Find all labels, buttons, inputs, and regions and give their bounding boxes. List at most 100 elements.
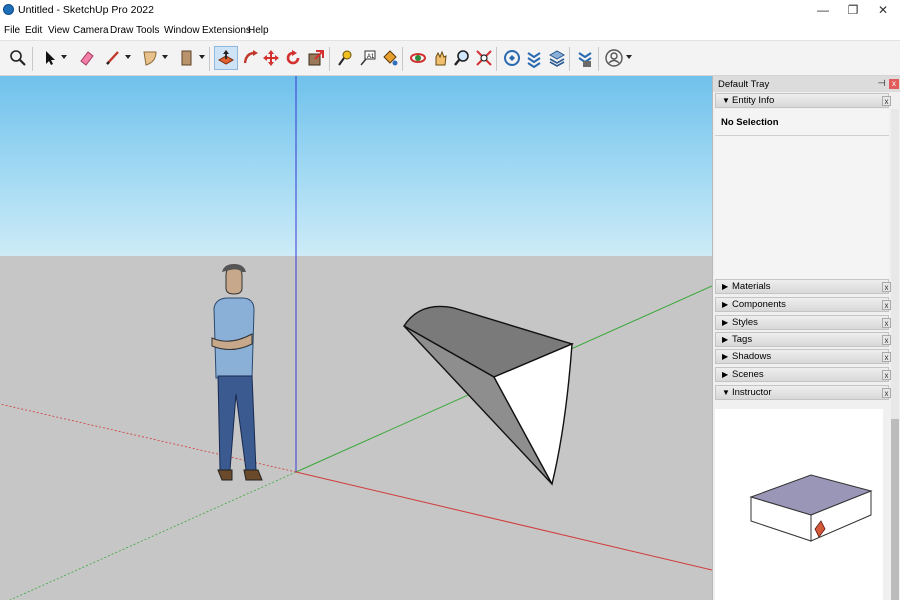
arc-icon[interactable] [138, 46, 162, 70]
panel-label: Instructor [732, 387, 772, 398]
menu-draw[interactable]: Draw [110, 25, 133, 36]
panel-close-button[interactable]: x [882, 352, 891, 362]
push-pull-illustration [749, 474, 873, 542]
menu-extensions[interactable]: Extensions [202, 25, 251, 36]
toolbar-separator [402, 47, 403, 71]
scene-canvas [0, 76, 712, 600]
sketchup-logo-icon [3, 4, 14, 15]
tray-header: Default Tray ⊣ x [713, 76, 900, 92]
panel-label: Materials [732, 281, 771, 292]
rectangle-icon[interactable] [175, 46, 199, 70]
menu-camera[interactable]: Camera [73, 25, 109, 36]
orbit-icon[interactable] [406, 46, 430, 70]
move-icon[interactable] [259, 46, 283, 70]
toolbar-separator [569, 47, 570, 71]
tray-close-button[interactable]: x [889, 79, 899, 89]
panel-close-button[interactable]: x [882, 282, 891, 292]
warehouse-icon[interactable] [500, 46, 524, 70]
collapsed-triangle-icon: ▶ [722, 370, 729, 379]
default-tray: Default Tray ⊣ x ▼ Entity Info x No Sele… [712, 76, 900, 600]
pin-icon[interactable]: ⊣ [877, 78, 886, 89]
panel-instructor[interactable]: ▼ Instructor x [715, 385, 891, 400]
toolbar-separator [598, 47, 599, 71]
layout-icon[interactable] [545, 46, 569, 70]
account-dropdown-icon[interactable] [626, 55, 632, 59]
extension-manager-icon[interactable] [573, 46, 597, 70]
menu-view[interactable]: View [48, 25, 70, 36]
panel-label: Tags [732, 334, 753, 345]
panel-label: Styles [732, 317, 758, 328]
text-icon[interactable]: A1 [356, 46, 380, 70]
scale-icon[interactable] [304, 46, 328, 70]
rectangle-dropdown-icon[interactable] [199, 55, 205, 59]
push-pull-icon[interactable] [214, 46, 238, 70]
divider [715, 135, 889, 136]
tape-measure-icon[interactable] [333, 46, 357, 70]
toolbar-separator [209, 47, 210, 71]
extruded-arc-solid [403, 305, 575, 486]
toolbar-separator [329, 47, 330, 71]
close-window-button[interactable]: ✕ [868, 0, 898, 20]
pan-icon[interactable] [428, 46, 452, 70]
zoom-icon[interactable] [450, 46, 474, 70]
account-icon[interactable] [602, 46, 626, 70]
minimize-button[interactable]: — [808, 0, 838, 20]
panel-label: Scenes [732, 369, 764, 380]
zoom-extents-icon-2[interactable] [472, 46, 496, 70]
panel-components[interactable]: ▶ Components x [715, 297, 891, 312]
collapsed-triangle-icon: ▶ [722, 352, 729, 361]
svg-text:A1: A1 [367, 54, 375, 60]
paint-bucket-icon[interactable] [378, 46, 402, 70]
panel-scenes[interactable]: ▶ Scenes x [715, 367, 891, 382]
collapsed-triangle-icon: ▶ [722, 335, 729, 344]
selection-status: No Selection [721, 117, 779, 128]
panel-close-button[interactable]: x [882, 370, 891, 380]
collapsed-triangle-icon: ▶ [722, 300, 729, 309]
line-dropdown-icon[interactable] [125, 55, 131, 59]
maximize-button[interactable]: ❐ [838, 0, 868, 20]
main-toolbar: A1 [0, 40, 900, 76]
panel-label: Components [732, 299, 786, 310]
eraser-icon[interactable] [75, 46, 99, 70]
menu-tools[interactable]: Tools [136, 25, 159, 36]
select-icon[interactable] [38, 46, 62, 70]
panel-label: Entity Info [732, 95, 775, 106]
panel-tags[interactable]: ▶ Tags x [715, 332, 891, 347]
arc-dropdown-icon[interactable] [162, 55, 168, 59]
red-axis [295, 471, 712, 571]
menu-help[interactable]: Help [248, 25, 269, 36]
panel-shadows[interactable]: ▶ Shadows x [715, 349, 891, 364]
expanded-triangle-icon: ▼ [722, 388, 730, 397]
scale-figure-person [211, 264, 263, 481]
toolbar-separator [496, 47, 497, 71]
zoom-extents-icon[interactable] [6, 46, 30, 70]
tray-title: Default Tray [718, 79, 770, 90]
menu-window[interactable]: Window [164, 25, 200, 36]
panel-close-button[interactable]: x [882, 300, 891, 310]
menu-bar: File Edit View Camera Draw Tools Window … [0, 21, 900, 39]
panel-styles[interactable]: ▶ Styles x [715, 315, 891, 330]
title-bar: Untitled - SketchUp Pro 2022 — ❐ ✕ [0, 0, 900, 20]
green-axis-negative [9, 471, 297, 600]
panel-materials[interactable]: ▶ Materials x [715, 279, 891, 294]
select-dropdown-icon[interactable] [61, 55, 67, 59]
panel-close-button[interactable]: x [882, 96, 891, 106]
panel-label: Shadows [732, 351, 772, 362]
menu-file[interactable]: File [4, 25, 20, 36]
panel-close-button[interactable]: x [882, 335, 891, 345]
tray-scrollbar-thumb[interactable] [891, 419, 899, 600]
panel-entity-info[interactable]: ▼ Entity Info x [715, 93, 891, 108]
toolbar-separator [32, 47, 33, 71]
panel-close-button[interactable]: x [882, 318, 891, 328]
rotate-icon[interactable] [281, 46, 305, 70]
drawing-viewport[interactable] [0, 76, 712, 600]
panel-close-button[interactable]: x [882, 388, 891, 398]
instructor-body [715, 409, 883, 600]
pencil-line-icon[interactable] [101, 46, 125, 70]
menu-edit[interactable]: Edit [25, 25, 42, 36]
extension-warehouse-icon[interactable] [522, 46, 546, 70]
entity-info-body: No Selection [715, 109, 889, 279]
collapsed-triangle-icon: ▶ [722, 282, 729, 291]
expanded-triangle-icon: ▼ [722, 96, 730, 105]
collapsed-triangle-icon: ▶ [722, 318, 729, 327]
